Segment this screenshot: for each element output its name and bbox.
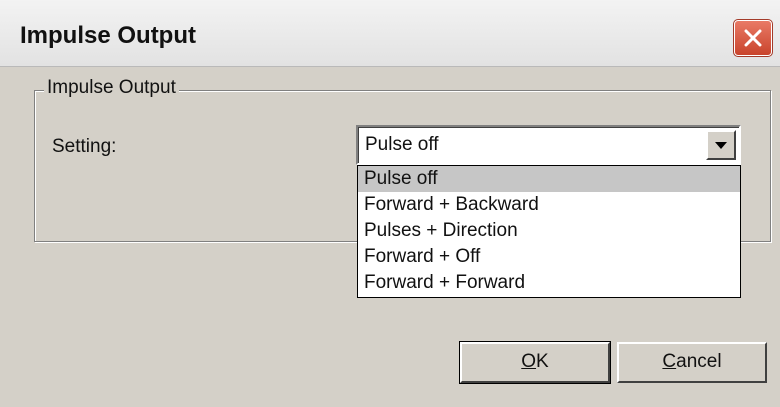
dialog-body: Impulse Output Setting: Pulse off Pulse … bbox=[0, 67, 780, 407]
setting-dropdown-list: Pulse off Forward + Backward Pulses + Di… bbox=[357, 165, 741, 298]
setting-selected-value: Pulse off bbox=[365, 134, 439, 155]
dropdown-option-forward-backward[interactable]: Forward + Backward bbox=[358, 192, 740, 218]
ok-button[interactable]: OK bbox=[459, 341, 611, 384]
close-button[interactable] bbox=[733, 19, 773, 57]
dropdown-option-pulse-off[interactable]: Pulse off bbox=[358, 166, 740, 192]
close-icon bbox=[744, 29, 762, 47]
window-title: Impulse Output bbox=[20, 22, 196, 49]
groupbox-label: Impulse Output bbox=[44, 77, 179, 99]
chevron-down-icon bbox=[715, 142, 727, 149]
cancel-mnemonic: C bbox=[662, 351, 677, 372]
title-bar[interactable]: Impulse Output bbox=[0, 0, 780, 67]
dropdown-option-pulses-direction[interactable]: Pulses + Direction bbox=[358, 218, 740, 244]
setting-combobox[interactable]: Pulse off bbox=[356, 125, 741, 165]
ok-label-rest: K bbox=[536, 351, 549, 372]
setting-label: Setting: bbox=[52, 136, 117, 157]
dropdown-arrow-button[interactable] bbox=[706, 130, 736, 160]
ok-mnemonic: O bbox=[521, 351, 537, 372]
cancel-button[interactable]: Cancel bbox=[617, 342, 767, 383]
cancel-label-rest: ancel bbox=[676, 351, 722, 372]
impulse-output-dialog: Impulse Output Impulse Output Setting: P… bbox=[0, 0, 780, 407]
dropdown-option-forward-forward[interactable]: Forward + Forward bbox=[358, 270, 740, 296]
dropdown-option-forward-off[interactable]: Forward + Off bbox=[358, 244, 740, 270]
